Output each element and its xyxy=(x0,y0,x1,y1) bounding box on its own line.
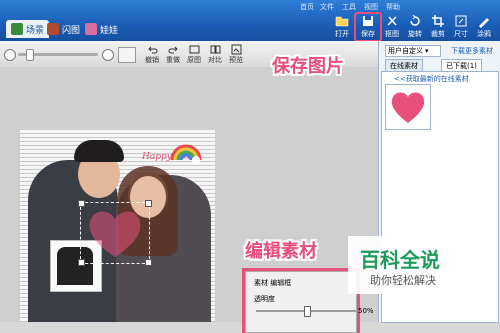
resize-handle-tl[interactable] xyxy=(78,200,85,207)
cutout-button[interactable]: 抠图 xyxy=(380,14,404,40)
menu-file[interactable]: 文件 xyxy=(320,2,334,12)
scene-icon xyxy=(11,23,23,35)
get-latest-link[interactable]: <<获取最新的在线素材 xyxy=(394,74,469,84)
tab-flash-label: 闪图 xyxy=(62,25,81,36)
preview-icon xyxy=(231,44,241,55)
undo-button[interactable]: 撤销 xyxy=(142,44,162,66)
compare-label: 对比 xyxy=(208,56,222,64)
zoom-in-icon[interactable] xyxy=(102,49,114,61)
save-button[interactable]: 保存 xyxy=(354,12,382,42)
rainbow-sticker[interactable] xyxy=(168,138,204,164)
category-dropdown[interactable]: 用户自定义 ▾ xyxy=(385,45,441,57)
crop-button[interactable]: 裁剪 xyxy=(426,14,450,40)
preview-label: 预览 xyxy=(229,56,243,64)
redo-button[interactable]: 重做 xyxy=(163,44,183,66)
opacity-slider[interactable] xyxy=(256,306,356,317)
actual-size-icon[interactable] xyxy=(118,47,136,63)
tab-doll[interactable]: 娃娃 xyxy=(80,20,123,38)
resize-icon xyxy=(455,15,467,27)
category-dropdown-value: 用户自定义 xyxy=(388,47,423,55)
open-label: 打开 xyxy=(335,30,349,38)
undo-label: 撤销 xyxy=(145,56,159,64)
opacity-slider-handle[interactable] xyxy=(304,306,311,317)
flash-icon xyxy=(47,23,59,35)
resize-handle-tr[interactable] xyxy=(145,200,152,207)
resize-button[interactable]: 尺寸 xyxy=(449,14,473,40)
title-bar: 场景 闪图 娃娃 首页 文件 工具 视图 帮助 打开 保存 抠图 旋转 裁剪 尺… xyxy=(0,0,500,42)
sticker-selection-box[interactable] xyxy=(78,200,152,266)
heart-icon xyxy=(391,92,425,123)
undo-icon xyxy=(147,46,157,54)
cutout-icon xyxy=(387,16,397,26)
tab-downloaded[interactable]: 已下载(1) xyxy=(441,59,482,71)
tab-downloaded-label: 已下载(1) xyxy=(446,61,477,70)
zoom-slider-handle[interactable] xyxy=(26,49,34,61)
tab-flash[interactable]: 闪图 xyxy=(42,20,85,38)
menu-tools[interactable]: 工具 xyxy=(342,2,356,12)
menu-help[interactable]: 帮助 xyxy=(386,2,400,12)
annotation-edit-material: 编辑素材 xyxy=(245,241,317,262)
redo-icon xyxy=(168,46,178,54)
doodle-button[interactable]: 涂鸦 xyxy=(472,14,496,40)
doodle-icon xyxy=(479,18,489,28)
preview-button[interactable]: 预览 xyxy=(226,44,246,66)
watermark: 百科全说 助你轻松解决 xyxy=(348,236,464,294)
material-thumb-heart[interactable] xyxy=(385,84,431,130)
compare-button[interactable]: 对比 xyxy=(205,44,225,66)
save-label: 保存 xyxy=(361,30,375,38)
annotation-save-image: 保存图片 xyxy=(272,56,344,77)
photo[interactable]: Happy Love xyxy=(20,130,215,322)
zoom-slider[interactable] xyxy=(18,49,98,61)
opacity-label: 透明度 xyxy=(254,295,275,303)
menu-home[interactable]: 首页 xyxy=(300,2,314,12)
chevron-down-icon: ▾ xyxy=(425,47,429,55)
watermark-subtitle: 助你轻松解决 xyxy=(370,274,436,287)
resize-handle-bl[interactable] xyxy=(78,259,85,266)
rotate-label: 旋转 xyxy=(408,30,422,38)
download-more-link[interactable]: 下载更多素材 xyxy=(451,46,493,56)
resize-label: 尺寸 xyxy=(454,30,468,38)
save-icon xyxy=(363,16,373,26)
doll-icon xyxy=(85,23,97,35)
editor-title: 素材 编辑框 xyxy=(254,279,292,287)
cutout-label: 抠图 xyxy=(385,30,399,38)
rotate-icon xyxy=(410,14,420,26)
crop-label: 裁剪 xyxy=(431,30,445,38)
heart-sticker[interactable] xyxy=(81,203,149,263)
tab-online-label: 在线素材 xyxy=(390,61,418,70)
original-image-icon xyxy=(189,45,199,54)
resize-handle-br[interactable] xyxy=(145,259,152,266)
doodle-label: 涂鸦 xyxy=(477,30,491,38)
watermark-title: 百科全说 xyxy=(360,248,440,272)
tab-doll-label: 娃娃 xyxy=(100,25,119,36)
menu-view[interactable]: 视图 xyxy=(364,2,378,12)
folder-icon xyxy=(335,16,349,27)
redo-label: 重做 xyxy=(166,56,180,64)
crop-icon xyxy=(432,15,444,27)
rotate-button[interactable]: 旋转 xyxy=(403,14,427,40)
open-button[interactable]: 打开 xyxy=(330,14,354,40)
opacity-value: 50% xyxy=(358,307,374,315)
material-editor-panel: 素材 编辑框 透明度 50% xyxy=(245,271,374,333)
original-button[interactable]: 原图 xyxy=(184,44,204,66)
compare-icon xyxy=(210,45,220,54)
hair-left xyxy=(74,140,124,162)
original-label: 原图 xyxy=(187,56,201,64)
zoom-out-icon[interactable] xyxy=(4,49,16,61)
